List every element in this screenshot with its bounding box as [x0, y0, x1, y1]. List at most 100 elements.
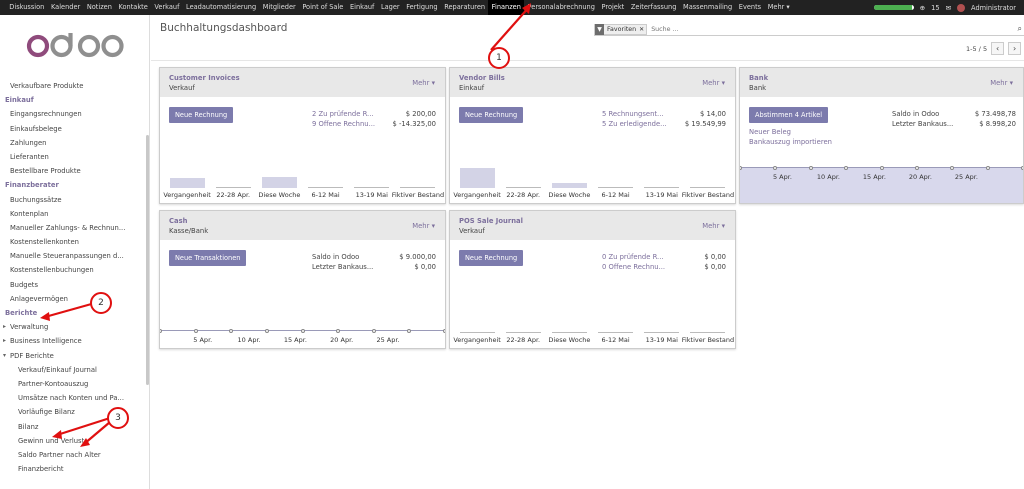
- new-statement-link[interactable]: Neuer Beleg: [749, 128, 791, 136]
- search-facet[interactable]: ▼ Favoriten ✕: [594, 23, 648, 35]
- graph-point[interactable]: [160, 328, 162, 333]
- graph-bar[interactable]: [505, 332, 541, 333]
- card-title[interactable]: Bank: [749, 74, 768, 82]
- new-invoice-button[interactable]: Neue Rechnung: [459, 250, 524, 266]
- graph-bar[interactable]: [551, 183, 587, 188]
- topnav-item-kontakte[interactable]: Kontakte: [115, 0, 151, 15]
- activity-icon[interactable]: ⊕: [920, 4, 926, 12]
- graph-point[interactable]: [773, 165, 778, 170]
- graph-bar[interactable]: [215, 187, 251, 188]
- pager-value[interactable]: 1-5 / 5: [966, 45, 987, 53]
- graph-point[interactable]: [371, 328, 376, 333]
- mehr-dropdown[interactable]: Mehr ▾: [412, 222, 435, 230]
- mehr-dropdown[interactable]: Mehr ▾: [702, 79, 725, 87]
- topnav-item-kalender[interactable]: Kalender: [48, 0, 84, 15]
- graph-point[interactable]: [193, 328, 198, 333]
- sidebar-item-manuelle-steueranpassungen-d[interactable]: Manuelle Steueranpassungen d...: [0, 249, 146, 263]
- sidebar-item-kostenstellenkonten[interactable]: Kostenstellenkonten: [0, 235, 146, 249]
- sidebar-item-zahlungen[interactable]: Zahlungen: [0, 136, 146, 150]
- graph-bar[interactable]: [690, 187, 726, 188]
- sidebar-item-business-intelligence[interactable]: Business Intelligence: [0, 334, 146, 348]
- topnav-item-personalabrechnung[interactable]: Personalabrechnung: [524, 0, 598, 15]
- sidebar-item-verkaufbare-produkte[interactable]: Verkaufbare Produkte: [0, 79, 146, 93]
- graph-point[interactable]: [879, 165, 884, 170]
- stat-label[interactable]: 0 Offene Rechnu...: [602, 263, 665, 271]
- graph-bar[interactable]: [169, 178, 205, 188]
- card-title[interactable]: Cash: [169, 217, 187, 225]
- topnav-item-reparaturen[interactable]: Reparaturen: [441, 0, 488, 15]
- search-input[interactable]: [651, 25, 992, 33]
- sidebar-item-anlageverm-gen[interactable]: Anlagevermögen: [0, 292, 146, 306]
- graph-point[interactable]: [808, 165, 813, 170]
- topnav-item-point-of-sale[interactable]: Point of Sale: [299, 0, 347, 15]
- sidebar-item-kontenplan[interactable]: Kontenplan: [0, 207, 146, 221]
- graph-bar[interactable]: [261, 177, 297, 188]
- graph-bar[interactable]: [308, 187, 344, 188]
- graph-bar[interactable]: [505, 187, 541, 188]
- mehr-dropdown[interactable]: Mehr ▾: [412, 79, 435, 87]
- topnav-item-verkauf[interactable]: Verkauf: [151, 0, 183, 15]
- graph-bar[interactable]: [400, 187, 436, 188]
- search-icon[interactable]: ⌕: [1018, 24, 1022, 34]
- pager-next-button[interactable]: ›: [1008, 42, 1022, 55]
- graph-bar[interactable]: [598, 332, 634, 333]
- topnav-item-leadautomatisierung[interactable]: Leadautomatisierung: [183, 0, 260, 15]
- graph-bar[interactable]: [551, 332, 587, 333]
- new-transactions-button[interactable]: Neue Transaktionen: [169, 250, 247, 266]
- sidebar-item-gewinn-und-verlust[interactable]: Gewinn und Verlust: [0, 434, 146, 448]
- sidebar-item-finanzbericht[interactable]: Finanzbericht: [0, 462, 146, 476]
- topnav-item-zeiterfassung[interactable]: Zeiterfassung: [628, 0, 680, 15]
- pager-previous-button[interactable]: ‹: [991, 42, 1005, 55]
- new-bill-button[interactable]: Neue Rechnung: [459, 107, 524, 123]
- stat-label[interactable]: 5 Rechnungsent...: [602, 110, 664, 118]
- topnav-item-events[interactable]: Events: [735, 0, 764, 15]
- graph-point[interactable]: [914, 165, 919, 170]
- onboarding-progress[interactable]: [873, 5, 914, 10]
- graph-bar[interactable]: [354, 187, 390, 188]
- sidebar-item-eingangsrechnungen[interactable]: Eingangsrechnungen: [0, 107, 146, 121]
- odoo-logo[interactable]: [26, 31, 126, 61]
- topnav-item-einkauf[interactable]: Einkauf: [347, 0, 378, 15]
- sidebar-item-verkauf-einkauf-journal[interactable]: Verkauf/Einkauf Journal: [0, 363, 146, 377]
- mehr-dropdown[interactable]: Mehr ▾: [702, 222, 725, 230]
- graph-point[interactable]: [844, 165, 849, 170]
- card-title[interactable]: Customer Invoices: [169, 74, 240, 82]
- graph-point[interactable]: [300, 328, 305, 333]
- sidebar-item-saldo-partner-nach-alter[interactable]: Saldo Partner nach Alter: [0, 448, 146, 462]
- sidebar-item-budgets[interactable]: Budgets: [0, 278, 146, 292]
- graph-bar[interactable]: [459, 332, 495, 333]
- topnav-item-mehr[interactable]: Mehr ▾: [764, 0, 793, 15]
- card-bar-graph[interactable]: Vergangenheit 22-28 Apr. Diese Woche 6-12 M…: [450, 308, 735, 348]
- graph-bar[interactable]: [644, 332, 680, 333]
- graph-bar[interactable]: [598, 187, 634, 188]
- graph-point[interactable]: [443, 328, 445, 333]
- new-invoice-button[interactable]: Neue Rechnung: [169, 107, 234, 123]
- avatar[interactable]: [957, 3, 966, 12]
- card-line-graph[interactable]: 5 Apr. 10 Apr. 15 Apr. 20 Apr. 25 Apr.: [740, 161, 1023, 203]
- sidebar-item-manueller-zahlungs-rechnun[interactable]: Manueller Zahlungs- & Rechnun...: [0, 221, 146, 235]
- stat-label[interactable]: 0 Zu prüfende R...: [602, 253, 664, 261]
- user-name[interactable]: Administrator: [971, 4, 1016, 12]
- topnav-item-massenmailing[interactable]: Massenmailing: [680, 0, 736, 15]
- topnav-item-projekt[interactable]: Projekt: [598, 0, 627, 15]
- topnav-item-fertigung[interactable]: Fertigung: [403, 0, 441, 15]
- graph-point[interactable]: [985, 165, 990, 170]
- reconcile-button[interactable]: Abstimmen 4 Artikel: [749, 107, 829, 123]
- stat-label[interactable]: 5 Zu erledigende...: [602, 120, 667, 128]
- card-line-graph[interactable]: 5 Apr. 10 Apr. 15 Apr. 20 Apr. 25 Apr.: [160, 322, 445, 348]
- graph-point[interactable]: [950, 165, 955, 170]
- sidebar-scrollbar[interactable]: [146, 135, 149, 385]
- graph-point[interactable]: [229, 328, 234, 333]
- import-statement-link[interactable]: Bankauszug importieren: [749, 138, 832, 146]
- sidebar-item-bestellbare-produkte[interactable]: Bestellbare Produkte: [0, 164, 146, 178]
- graph-point[interactable]: [336, 328, 341, 333]
- card-bar-graph[interactable]: Vergangenheit 22-28 Apr. Diese Woche 6-12 M…: [450, 163, 735, 203]
- sidebar-item-verwaltung[interactable]: Verwaltung: [0, 320, 146, 334]
- graph-bar[interactable]: [459, 168, 495, 188]
- graph-point[interactable]: [407, 328, 412, 333]
- graph-point[interactable]: [264, 328, 269, 333]
- sidebar-item-buchungss-tze[interactable]: Buchungssätze: [0, 193, 146, 207]
- graph-bar[interactable]: [690, 332, 726, 333]
- close-icon[interactable]: ✕: [639, 26, 644, 33]
- stat-label[interactable]: 9 Offene Rechnu...: [312, 120, 375, 128]
